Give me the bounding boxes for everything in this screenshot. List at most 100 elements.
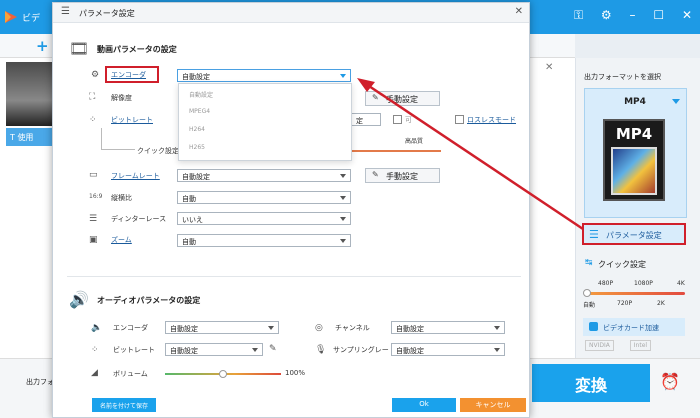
sliders-icon: ☰	[589, 228, 599, 241]
zoom-label: ズーム	[111, 236, 132, 244]
video-encoder-select[interactable]: 自動設定	[177, 69, 351, 82]
convert-button[interactable]: 変換	[532, 364, 650, 402]
chevron-down-icon	[494, 348, 500, 352]
framerate-manual-label: 手動設定	[386, 172, 418, 181]
encoder-option-auto[interactable]: 自動設定	[179, 84, 351, 102]
titlebar-icons: ⚿ ⚙ – ☐ ✕	[560, 8, 692, 23]
quick-tick-auto: 自動	[583, 302, 596, 309]
vbr-checkbox[interactable]	[393, 115, 402, 124]
audio-bitrate-icon: ⁘	[91, 345, 99, 355]
dialog-titlebar: ☰ パラメータ設定 ✕	[53, 3, 529, 23]
parameter-settings-button[interactable]: ☰ パラメータ設定	[582, 223, 686, 245]
dropdown-arrow-icon	[672, 99, 680, 104]
bitrate-mode-select[interactable]: 定	[351, 113, 381, 126]
encoder-option-h264[interactable]: H264	[179, 120, 351, 138]
zoom-icon: ▣	[89, 235, 98, 245]
vbr-label: 可	[405, 116, 412, 124]
channel-label: チャンネル	[335, 324, 370, 332]
minimize-icon[interactable]: –	[630, 8, 636, 22]
aspect-ratio-select[interactable]: 自動	[177, 191, 351, 204]
aspect-ratio-value: 自動	[182, 195, 196, 203]
quick-tick-720p: 720P	[617, 300, 633, 307]
microphone-icon: 🎙	[315, 345, 327, 355]
dialog-title: パラメータ設定	[79, 9, 135, 18]
audio-encoder-select[interactable]: 自動設定	[165, 321, 279, 334]
speaker-icon: 🔈	[91, 323, 103, 333]
encoder-option-h265[interactable]: H265	[179, 138, 351, 156]
remove-file-icon[interactable]: ✕	[545, 62, 553, 73]
gpu-checkbox-icon	[589, 322, 598, 331]
bitrate-quick-setting-label: クイック設定	[137, 147, 179, 155]
chevron-down-icon	[340, 174, 346, 178]
intel-logo: Intel	[629, 340, 652, 351]
resolution-manual-button[interactable]: ✎ 手動設定	[365, 91, 440, 106]
maximize-icon[interactable]: ☐	[653, 8, 664, 22]
gpu-acceleration-toggle[interactable]: ビデオカード加速	[583, 318, 685, 336]
app-logo-icon	[5, 11, 17, 23]
file-tab-label: 使用	[17, 133, 34, 142]
ok-button[interactable]: Ok	[392, 398, 456, 412]
audio-encoder-value: 自動設定	[170, 325, 198, 333]
pencil-icon: ✎	[372, 93, 379, 102]
gpu-label: ビデオカード加速	[603, 324, 659, 332]
add-file-icon[interactable]: +	[36, 37, 49, 55]
video-thumbnail[interactable]	[6, 62, 52, 126]
quick-tick-480p: 480P	[598, 280, 614, 287]
deinterlace-select[interactable]: いいえ	[177, 212, 351, 225]
lossless-checkbox[interactable]	[455, 115, 464, 124]
framerate-manual-button[interactable]: ✎ 手動設定	[365, 168, 440, 183]
output-folder-label: 出力フォ	[26, 378, 54, 386]
file-tab[interactable]: T 使用	[6, 128, 54, 146]
pencil-icon[interactable]: ✎	[269, 344, 277, 354]
volume-value: 100%	[285, 369, 306, 377]
quick-setting-label: クイック設定	[598, 260, 646, 269]
dialog-close-icon[interactable]: ✕	[515, 6, 523, 17]
bitrate-icon: ⁘	[89, 115, 97, 125]
samplerate-select[interactable]: 自動設定	[391, 343, 505, 356]
parameter-settings-dialog: ☰ パラメータ設定 ✕ 🎞 動画パラメータの設定 ⚙ エンコーダ 自動設定 ⛶ …	[52, 2, 530, 418]
channel-icon: ◎	[315, 323, 323, 333]
encoder-option-mpeg4[interactable]: MPEG4	[179, 102, 351, 120]
video-encoder-value: 自動設定	[182, 73, 210, 81]
samplerate-value: 自動設定	[396, 347, 424, 355]
samplerate-label: サンプリングレート	[333, 346, 396, 354]
audio-bitrate-label: ビットレート	[113, 346, 155, 354]
volume-knob[interactable]	[219, 370, 227, 378]
volume-icon: ◢	[91, 368, 98, 378]
section-divider	[67, 276, 521, 277]
audio-bitrate-value: 自動設定	[170, 347, 198, 355]
app-title: ビデ	[22, 14, 41, 24]
channel-select[interactable]: 自動設定	[391, 321, 505, 334]
framerate-label: フレームレート	[111, 172, 160, 180]
quick-setting-slider[interactable]	[585, 292, 685, 295]
mp4-format-icon: MP4	[603, 119, 665, 201]
audio-encoder-label: エンコーダ	[113, 324, 148, 332]
chevron-down-icon	[340, 217, 346, 221]
zoom-select[interactable]: 自動	[177, 234, 351, 247]
resolution-icon: ⛶	[89, 92, 96, 102]
sliders-icon: ☰	[61, 6, 70, 17]
audio-bitrate-select[interactable]: 自動設定	[165, 343, 263, 356]
audio-settings-icon: 🔊	[69, 290, 89, 309]
framerate-value: 自動設定	[182, 173, 210, 181]
quick-setting-icon: ↹	[585, 258, 593, 268]
framerate-select[interactable]: 自動設定	[177, 169, 351, 182]
bitrate-quality-slider[interactable]	[351, 150, 441, 152]
zoom-value: 自動	[182, 238, 196, 246]
deinterlace-icon: ☰	[89, 214, 98, 224]
chevron-down-icon	[340, 239, 346, 243]
chevron-down-icon	[340, 196, 346, 200]
key-icon[interactable]: ⚿	[574, 8, 583, 22]
alarm-clock-icon[interactable]: ⏰	[660, 372, 680, 391]
encoder-highlight-box	[105, 66, 159, 83]
format-icon-label: MP4	[615, 125, 653, 143]
save-as-button[interactable]: 名前を付けて保存	[92, 398, 156, 412]
bitrate-mode-value: 定	[356, 117, 363, 125]
volume-label: ボリューム	[113, 370, 148, 378]
close-icon[interactable]: ✕	[682, 8, 692, 22]
output-format-selector[interactable]: MP4 MP4	[584, 88, 687, 218]
cancel-button[interactable]: キャンセル	[460, 398, 526, 412]
quick-tick-4k: 4K	[677, 280, 685, 287]
quick-setting-knob[interactable]	[583, 289, 591, 297]
settings-icon[interactable]: ⚙	[601, 8, 612, 22]
